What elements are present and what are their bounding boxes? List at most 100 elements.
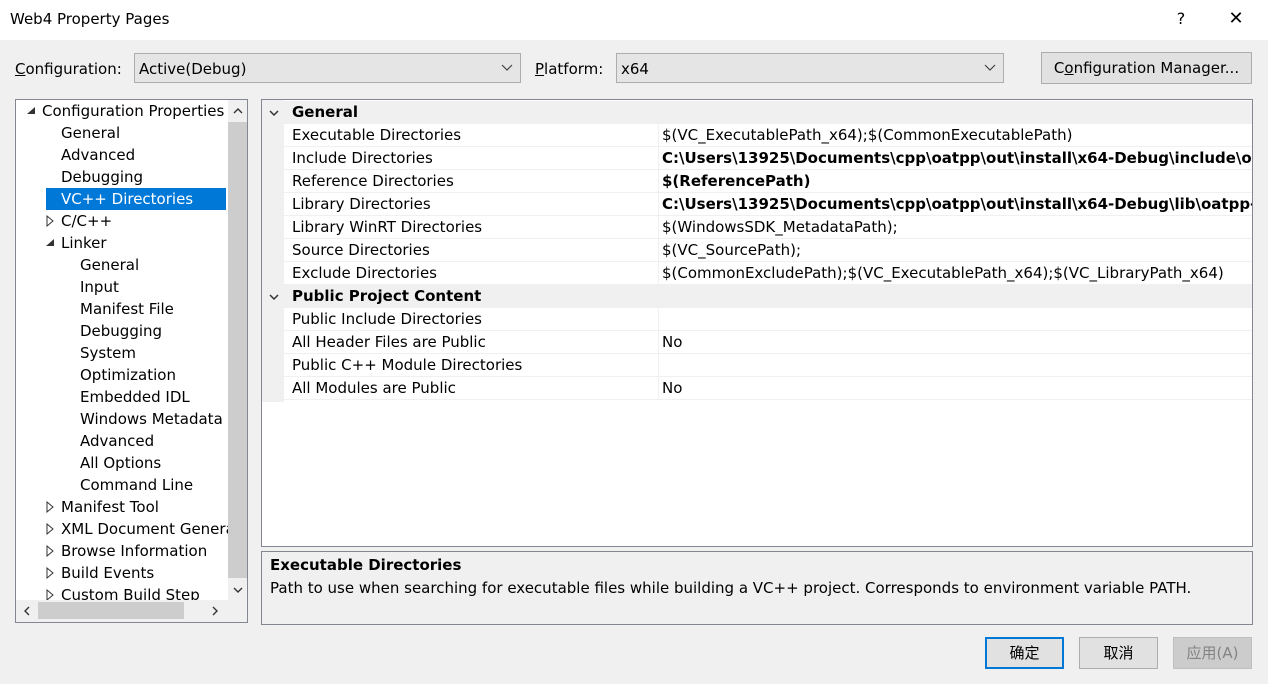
scroll-left-icon[interactable] <box>20 604 34 618</box>
window-title: Web4 Property Pages <box>10 10 170 28</box>
collapsed-arrow-icon[interactable] <box>45 545 55 557</box>
apply-button[interactable]: 应用(A) <box>1173 637 1252 669</box>
title-bar: Web4 Property Pages ? ✕ <box>0 0 1268 40</box>
grid-row[interactable]: Executable Directories $(VC_ExecutablePat… <box>262 124 1252 147</box>
property-name: Source Directories <box>292 241 430 259</box>
property-name: Reference Directories <box>292 172 454 190</box>
help-button[interactable]: ? <box>1170 6 1192 32</box>
property-name: Include Directories <box>292 149 433 167</box>
scroll-up-icon[interactable] <box>231 104 245 118</box>
property-value[interactable]: $(ReferencePath) <box>662 170 1252 193</box>
collapsed-arrow-icon[interactable] <box>45 215 55 227</box>
tree-item[interactable]: Debugging <box>16 320 228 342</box>
grid-row[interactable]: Exclude Directories $(CommonExcludePath);… <box>262 262 1252 285</box>
tree-item-label: Browse Information <box>61 542 208 560</box>
tree-item[interactable]: General <box>16 122 228 144</box>
tree-item[interactable]: System <box>16 342 228 364</box>
scroll-down-icon[interactable] <box>231 583 245 597</box>
property-value[interactable]: No <box>662 377 1252 400</box>
cancel-button[interactable]: 取消 <box>1079 637 1158 669</box>
property-value[interactable]: C:\Users\13925\Documents\cpp\oatpp\out\i… <box>662 147 1252 170</box>
chevron-down-icon[interactable] <box>268 291 280 303</box>
grid-category[interactable]: General <box>262 101 1252 124</box>
tree-item-selected[interactable]: VC++ Directories <box>46 188 226 210</box>
expanded-arrow-icon[interactable] <box>45 237 55 249</box>
tree-item[interactable]: Manifest File <box>16 298 228 320</box>
column-separator <box>658 377 659 400</box>
grid-row[interactable]: All Modules are Public No <box>262 377 1252 400</box>
tree-item[interactable]: XML Document Genera <box>16 518 228 540</box>
property-value[interactable]: $(WindowsSDK_MetadataPath); <box>662 216 1252 239</box>
collapsed-arrow-icon[interactable] <box>45 523 55 535</box>
tree-item[interactable]: Advanced <box>16 430 228 452</box>
tree-item-label: Optimization <box>80 366 176 384</box>
property-value[interactable]: $(CommonExcludePath);$(VC_ExecutablePath… <box>662 262 1252 285</box>
tree-item[interactable]: All Options <box>16 452 228 474</box>
chevron-down-icon <box>501 64 513 71</box>
tree-item[interactable]: Debugging <box>16 166 228 188</box>
tree-item[interactable]: Build Events <box>16 562 228 584</box>
tree-item[interactable]: Manifest Tool <box>16 496 228 518</box>
property-name: Library WinRT Directories <box>292 218 483 236</box>
tree-item-label: Build Events <box>61 564 155 582</box>
tree-item-label: C/C++ <box>61 212 113 230</box>
grid-row[interactable]: Public Include Directories <box>262 308 1252 331</box>
configuration-manager-button[interactable]: Configuration Manager... <box>1041 52 1252 84</box>
property-name: Exclude Directories <box>292 264 437 282</box>
column-separator <box>658 354 659 377</box>
column-separator <box>658 308 659 331</box>
tree-item[interactable]: Windows Metadata <box>16 408 228 430</box>
property-tree[interactable]: Configuration Properties General Advanced D… <box>15 99 248 623</box>
grid-row[interactable]: All Header Files are Public No <box>262 331 1252 354</box>
property-value[interactable]: $(VC_ExecutablePath_x64);$(CommonExecuta… <box>662 124 1252 147</box>
tree-item-label: XML Document Genera <box>61 520 228 538</box>
grid-row[interactable]: Public C++ Module Directories <box>262 354 1252 377</box>
property-value[interactable]: No <box>662 331 1252 354</box>
tree-item[interactable]: Linker <box>16 232 228 254</box>
chevron-down-icon <box>984 64 996 71</box>
tree-item[interactable]: C/C++ <box>16 210 228 232</box>
grid-row[interactable]: Include Directories C:\Users\13925\Docume… <box>262 147 1252 170</box>
tree-item[interactable]: Command Line <box>16 474 228 496</box>
tree-item-label: Configuration Properties <box>42 102 225 120</box>
tree-item[interactable]: Optimization <box>16 364 228 386</box>
property-name: Library Directories <box>292 195 431 213</box>
configuration-dropdown[interactable]: Active(Debug) <box>134 53 521 83</box>
tree-item-label: Advanced <box>61 146 136 164</box>
ok-button[interactable]: 确定 <box>985 637 1064 669</box>
property-name: All Header Files are Public <box>292 333 486 351</box>
tree-item-label: Embedded IDL <box>80 388 190 406</box>
property-value[interactable]: $(VC_SourcePath); <box>662 239 1252 262</box>
tree-vertical-scroll-thumb[interactable] <box>228 122 247 578</box>
grid-row[interactable]: Source Directories $(VC_SourcePath); <box>262 239 1252 262</box>
tree-item-label: Linker <box>61 234 107 252</box>
tree-item[interactable]: Embedded IDL <box>16 386 228 408</box>
chevron-down-icon[interactable] <box>268 107 280 119</box>
tree-item[interactable]: Advanced <box>16 144 228 166</box>
property-name: Executable Directories <box>292 126 462 144</box>
column-separator <box>658 262 659 285</box>
tree-horizontal-scroll-thumb[interactable] <box>38 602 184 619</box>
grid-category[interactable]: Public Project Content <box>262 285 1252 308</box>
grid-row[interactable]: Reference Directories $(ReferencePath) <box>262 170 1252 193</box>
tree-item[interactable]: General <box>16 254 228 276</box>
expanded-arrow-icon[interactable] <box>26 105 36 117</box>
grid-row[interactable]: Library WinRT Directories $(WindowsSDK_Me… <box>262 216 1252 239</box>
property-value[interactable]: C:\Users\13925\Documents\cpp\oatpp\out\i… <box>662 193 1252 216</box>
column-separator <box>658 170 659 193</box>
tree-item[interactable]: Browse Information <box>16 540 228 562</box>
platform-dropdown[interactable]: x64 <box>616 53 1004 83</box>
close-button[interactable]: ✕ <box>1222 6 1250 32</box>
grid-row[interactable]: Library Directories C:\Users\13925\Docume… <box>262 193 1252 216</box>
tree-item-label: Manifest File <box>80 300 174 318</box>
column-separator <box>658 239 659 262</box>
tree-item[interactable]: Configuration Properties <box>16 100 228 122</box>
property-name: Public C++ Module Directories <box>292 356 523 374</box>
collapsed-arrow-icon[interactable] <box>45 501 55 513</box>
tree-item[interactable]: Input <box>16 276 228 298</box>
tree-item-label: Debugging <box>61 168 144 186</box>
scroll-right-icon[interactable] <box>208 604 222 618</box>
configuration-label: Configuration: <box>15 60 122 78</box>
collapsed-arrow-icon[interactable] <box>45 567 55 579</box>
property-grid[interactable]: General Executable Directories $(VC_Execut… <box>261 99 1253 547</box>
